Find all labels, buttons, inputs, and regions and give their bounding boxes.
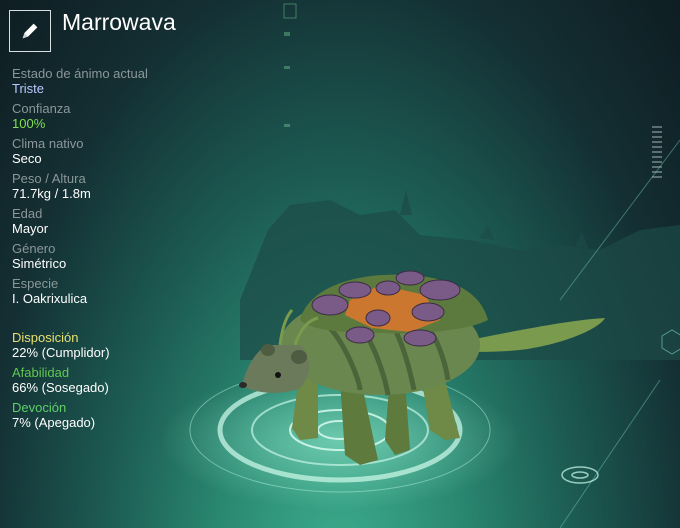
stat-label: Confianza xyxy=(12,101,71,116)
trait-disposition: Disposición 22% (Cumplidor) xyxy=(12,330,242,361)
creature-name: Marrowava xyxy=(62,9,176,35)
stats-list: Estado de ánimo actual Triste Confianza … xyxy=(12,66,242,311)
stat-value: Simétrico xyxy=(12,256,67,271)
stat-value: 71.7kg / 1.8m xyxy=(12,186,91,201)
pencil-icon xyxy=(22,23,38,39)
stat-climate: Clima nativo Seco xyxy=(12,136,242,167)
stat-value: I. Oakrixulica xyxy=(12,291,88,306)
stat-mood: Estado de ánimo actual Triste xyxy=(12,66,242,97)
stat-label: Peso / Altura xyxy=(12,171,86,186)
trait-value: 22% (Cumplidor) xyxy=(12,345,110,360)
trait-devotion: Devoción 7% (Apegado) xyxy=(12,400,242,431)
stat-value: Mayor xyxy=(12,221,49,236)
trait-value: 7% (Apegado) xyxy=(12,415,96,430)
stat-value: 100% xyxy=(12,116,46,131)
stat-trust: Confianza 100% xyxy=(12,101,242,132)
stat-gender: Género Simétrico xyxy=(12,241,242,272)
trait-affability: Afabilidad 66% (Sosegado) xyxy=(12,365,242,396)
stat-label: Estado de ánimo actual xyxy=(12,66,148,81)
stat-label: Edad xyxy=(12,206,43,221)
trait-label: Devoción xyxy=(12,400,67,415)
stat-weight-height: Peso / Altura 71.7kg / 1.8m xyxy=(12,171,242,202)
trait-value: 66% (Sosegado) xyxy=(12,380,109,395)
stat-age: Edad Mayor xyxy=(12,206,242,237)
traits-list: Disposición 22% (Cumplidor) Afabilidad 6… xyxy=(12,330,242,435)
trait-label: Disposición xyxy=(12,330,79,345)
stat-value: Seco xyxy=(12,151,42,166)
stat-label: Género xyxy=(12,241,56,256)
stat-value: Triste xyxy=(12,81,45,96)
stat-label: Especie xyxy=(12,276,59,291)
trait-label: Afabilidad xyxy=(12,365,70,380)
stat-label: Clima nativo xyxy=(12,136,84,151)
stat-species: Especie I. Oakrixulica xyxy=(12,276,242,307)
edit-name-button[interactable] xyxy=(9,10,51,52)
